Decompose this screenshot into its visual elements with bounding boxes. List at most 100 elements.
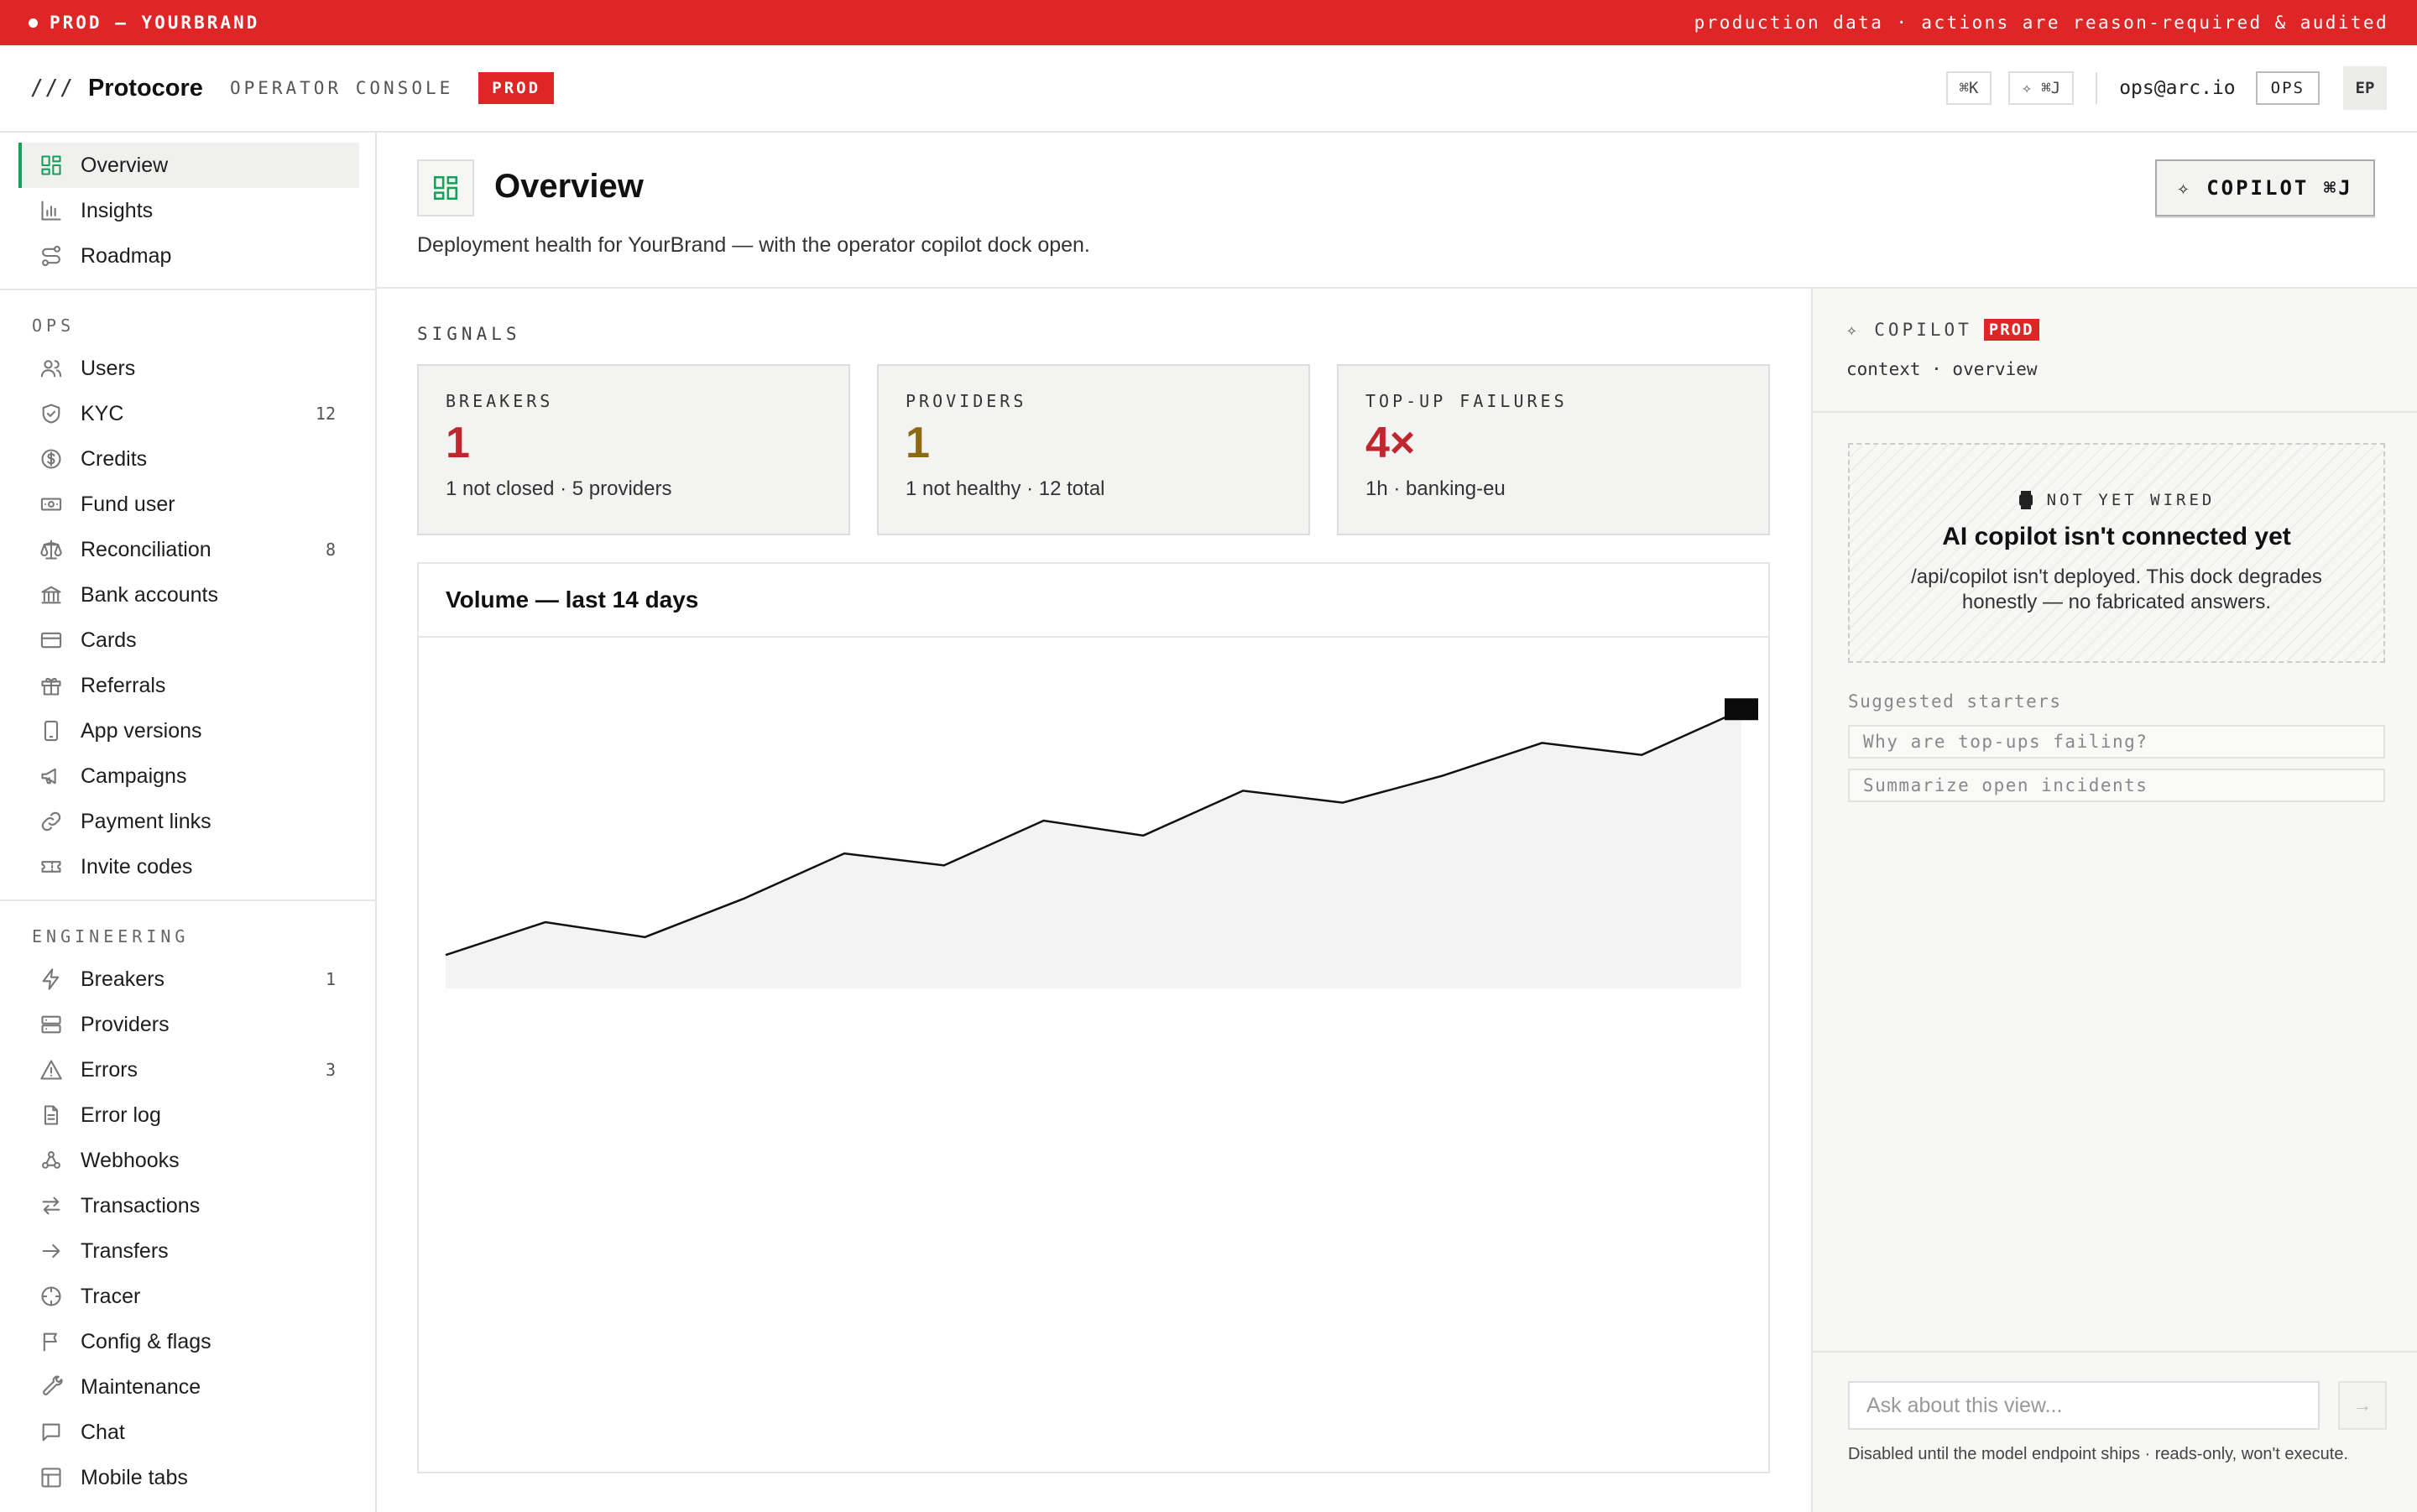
grid-icon [39,153,64,178]
ticket-icon [39,854,64,879]
banner-env-label: PROD — YOURBRAND [50,13,260,33]
not-wired-label: NOT YET WIRED [2018,491,2216,509]
not-wired-notice: NOT YET WIRED AI copilot isn't connected… [1848,443,2385,663]
brand-mark: /// [30,76,75,101]
console-subtitle: OPERATOR CONSOLE [229,78,454,98]
sidebar-item-users[interactable]: Users [18,346,359,391]
sidebar-item-credits[interactable]: Credits [18,436,359,482]
prod-banner: PROD — YOURBRAND production data · actio… [0,0,2417,45]
send-button[interactable]: → [2338,1381,2387,1430]
copilot-button[interactable]: ✧ COPILOT ⌘J [2155,159,2375,216]
bar-chart-icon [39,198,64,223]
zap-icon [39,967,64,992]
errors-count-badge: 3 [325,1060,336,1080]
sidebar-item-label: KYC [81,401,124,425]
dock-context: context · overview [1846,359,2038,379]
sidebar-item-roadmap[interactable]: Roadmap [18,233,359,279]
smartphone-icon [39,718,64,743]
sidebar-item-fund-user[interactable]: Fund user [18,482,359,527]
sidebar-item-transactions[interactable]: Transactions [18,1183,359,1228]
sidebar-item-label: Referrals [81,673,166,697]
sidebar-divider [0,289,375,290]
starters-label: Suggested starters [1848,691,2062,712]
sidebar-item-campaigns[interactable]: Campaigns [18,753,359,799]
sidebar-section-engineering: ENGINEERING [32,926,190,946]
sidebar-item-tracer[interactable]: Tracer [18,1274,359,1319]
command-palette-button[interactable]: ⌘K [1945,71,1992,105]
sidebar-item-kyc[interactable]: KYC 12 [18,391,359,436]
sidebar-item-config-flags[interactable]: Config & flags [18,1319,359,1364]
page-title: Overview [494,168,644,205]
signal-card-topup-failures[interactable]: TOP-UP FAILURES 4× 1h · banking-eu [1337,364,1770,535]
starter-suggestion[interactable]: Why are top-ups failing? [1848,725,2385,759]
sidebar-item-invite-codes[interactable]: Invite codes [18,844,359,889]
sidebar-item-overview[interactable]: Overview [18,143,359,188]
sidebar-item-webhooks[interactable]: Webhooks [18,1138,359,1183]
sidebar-item-label: Cards [81,628,137,652]
signal-card-breakers[interactable]: BREAKERS 1 1 not closed · 5 providers [417,364,850,535]
sidebar-item-reconciliation[interactable]: Reconciliation 8 [18,527,359,572]
sidebar-item-cards[interactable]: Cards [18,618,359,663]
user-email: ops@arc.io [2119,77,2236,99]
sidebar-item-label: Providers [81,1012,170,1036]
dock-header: ✧ COPILOT PROD context · overview [1813,289,2417,413]
banknote-icon [39,492,64,517]
banner-env: PROD — YOURBRAND [29,13,259,33]
banner-notice: production data · actions are reason-req… [1694,13,2388,33]
dock-env-badge: PROD [1983,319,2039,341]
sidebar-item-label: Roadmap [81,243,172,268]
crosshair-icon [39,1284,64,1309]
sidebar-item-label: Tracer [81,1284,141,1308]
top-bar: /// Protocore OPERATOR CONSOLE PROD ⌘K ✧… [0,45,2417,133]
dock-title-label: ✧ COPILOT [1846,320,1972,340]
sidebar-item-insights[interactable]: Insights [18,188,359,233]
signal-card-providers[interactable]: PROVIDERS 1 1 not healthy · 12 total [877,364,1310,535]
sidebar-item-breakers[interactable]: Breakers 1 [18,957,359,1002]
sidebar-item-label: Payment links [81,809,211,833]
sidebar-item-errors[interactable]: Errors 3 [18,1047,359,1092]
reconciliation-count-badge: 8 [325,540,336,560]
chart-last-point-marker [1725,698,1758,721]
copilot-shortcut-button[interactable]: ✧ ⌘J [2008,71,2075,105]
message-square-icon [39,1420,64,1445]
role-badge: OPS [2255,71,2320,105]
sidebar-item-label: Bank accounts [81,582,218,607]
brand-name[interactable]: Protocore [88,75,203,102]
sidebar-item-label: Invite codes [81,854,193,879]
sidebar-item-label: Fund user [81,492,175,516]
grid-icon [417,159,474,216]
sidebar-item-mobile-tabs[interactable]: Mobile tabs [18,1455,359,1500]
ask-input[interactable] [1848,1381,2320,1430]
sidebar-item-chat[interactable]: Chat [18,1410,359,1455]
avatar[interactable]: EP [2343,66,2387,110]
arrows-swap-icon [39,1193,64,1218]
breakers-count-badge: 1 [325,969,336,989]
sidebar-item-providers[interactable]: Providers [18,1002,359,1047]
starter-suggestion[interactable]: Summarize open incidents [1848,769,2385,802]
chart-title: Volume — last 14 days [419,564,1768,638]
arrow-right-icon [39,1238,64,1264]
sidebar-item-payment-links[interactable]: Payment links [18,799,359,844]
sidebar-item-bank-accounts[interactable]: Bank accounts [18,572,359,618]
sidebar-item-app-versions[interactable]: App versions [18,708,359,753]
sidebar-item-error-log[interactable]: Error log [18,1092,359,1138]
sidebar-item-maintenance[interactable]: Maintenance [18,1364,359,1410]
alert-triangle-icon [39,1057,64,1082]
sidebar-item-label: Breakers [81,967,165,991]
scale-icon [39,537,64,562]
server-icon [39,1012,64,1037]
link-icon [39,809,64,834]
copilot-dock: ✧ COPILOT PROD context · overview NOT YE… [1811,289,2417,1512]
composer-footnote: Disabled until the model endpoint ships … [1848,1445,2349,1463]
layout-icon [39,1465,64,1490]
sidebar-item-label: Transactions [81,1193,201,1217]
sidebar-item-label: Maintenance [81,1374,201,1399]
card-label: TOP-UP FAILURES [1365,391,1568,411]
sidebar-item-referrals[interactable]: Referrals [18,663,359,708]
card-label: PROVIDERS [906,391,1027,411]
users-icon [39,356,64,381]
megaphone-icon [39,764,64,789]
flag-icon [39,1329,64,1354]
sidebar-item-transfers[interactable]: Transfers [18,1228,359,1274]
route-icon [39,243,64,269]
